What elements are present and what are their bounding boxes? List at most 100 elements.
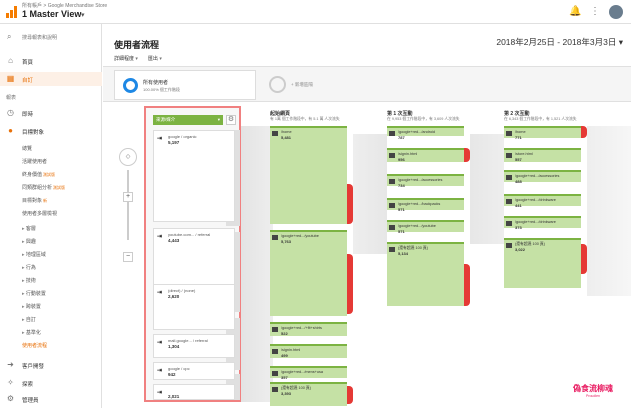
sidebar-item-home[interactable]: ⌂ 首頁 [0, 54, 102, 68]
flow-node[interactable]: /google+red.../+fit+shirts 522 [270, 322, 347, 336]
sidebar-subitem[interactable]: 跨裝置 [22, 303, 41, 310]
page-icon [506, 131, 512, 136]
source-node[interactable]: ⇥ (direct) / (none) 2,620 [153, 284, 235, 330]
column-subtitle: 有 1萬 個工作階段中，有 5.1 萬 人次流失 [270, 117, 340, 121]
flow-node[interactable]: /signin.html 499 [270, 344, 347, 358]
watermark-logo: 偽食流柳魂 Proudlen [573, 384, 613, 398]
sidebar-subitem[interactable]: 終身價值測試版 [22, 171, 55, 178]
source-node[interactable]: ⇥ 2,021 [153, 384, 235, 400]
sidebar-item-discover[interactable]: ✧ 探索 [0, 376, 102, 390]
source-node[interactable]: ⇥ google / organic 5,197 [153, 130, 235, 222]
page-icon [272, 235, 278, 240]
sidebar-subitem[interactable]: 同類群組分析測試版 [22, 184, 65, 191]
flow-band [470, 134, 504, 244]
gear-icon: ⚙ [6, 394, 15, 403]
page-icon [506, 153, 512, 158]
breadcrumb[interactable]: 所有帳戶 > Google Merchandise Store [22, 2, 107, 9]
flow-node[interactable]: /google+red.../accessories 488 [504, 170, 581, 184]
sidebar-subitem[interactable]: 行為 [22, 264, 36, 271]
source-node[interactable]: ⇥ mall.google... / referral 1,304 [153, 334, 235, 358]
dropoff-bar[interactable] [347, 386, 353, 404]
dimension-select[interactable]: 來源/媒介 [153, 115, 223, 125]
page-title: 使用者流程 [114, 40, 160, 50]
source-node[interactable]: ⇥ google / cpc 942 [153, 362, 235, 380]
page-icon [272, 371, 278, 376]
arrow-icon: ⇥ [157, 290, 163, 296]
flow-node[interactable]: /google+red.../accessories 734 [387, 174, 464, 188]
sidebar: ⌕ 搜尋報表和說明 ⌂ 首頁 ▦ 自訂 報表 ◷ 即時 ● 目標對象 總覽 活躍… [0, 24, 102, 408]
flow-node[interactable]: /google+red.../youtube 571 [387, 220, 464, 234]
sidebar-item-realtime[interactable]: ◷ 即時 [0, 106, 102, 120]
flow-node[interactable]: /google+red.../android 787 [387, 126, 464, 140]
sidebar-item-audience[interactable]: ● 目標對象 [0, 124, 102, 138]
add-segment-icon[interactable] [269, 76, 286, 93]
sidebar-subitem[interactable]: 使用者多層檢視 [22, 210, 57, 217]
page-icon [389, 247, 395, 252]
flow-node[interactable]: /home 771 [504, 126, 581, 140]
flow-node[interactable]: (還有超過 100 頁) 3,022 [504, 238, 581, 288]
chevron-down-icon[interactable]: ▾ [81, 11, 85, 19]
dropoff-bar[interactable] [464, 264, 470, 306]
flow-node[interactable]: /home 5,481 [270, 126, 347, 224]
date-range-picker[interactable]: 2018年2月25日 - 2018年3月3日 ▾ [496, 36, 623, 48]
sidebar-subitem[interactable]: 行動裝置 [22, 290, 46, 297]
beta-badge: 測試版 [43, 172, 56, 177]
flow-node[interactable]: (還有超過 100 頁) 3,393 [270, 382, 347, 406]
bell-icon[interactable]: 🔔 [569, 6, 581, 18]
source-column: 來源/媒介 ⚙ ⇥ google / organic 5,197 ⇥ youtu… [144, 106, 241, 402]
beta-badge: 測試版 [53, 185, 66, 190]
export-button[interactable]: 匯出 [148, 55, 162, 62]
sidebar-subitem[interactable]: 技術 [22, 277, 36, 284]
dropoff-bar[interactable] [347, 254, 353, 314]
flow-node[interactable]: /google+red.../mens+usa 357 [270, 366, 347, 380]
sidebar-subitem[interactable]: 興趣 [22, 238, 36, 245]
analytics-logo-icon[interactable] [6, 6, 17, 18]
page-icon [389, 225, 395, 230]
sidebar-item-customization[interactable]: ▦ 自訂 [0, 72, 102, 86]
zoom-in-button[interactable]: + [123, 192, 133, 202]
flow-node[interactable]: /google+red.../drinkware 441 [504, 194, 581, 208]
flow-diagram: ◇ + − 來源/媒介 ⚙ ⇥ google / organic 5,197 ⇥… [103, 104, 631, 408]
pan-control[interactable]: ◇ [119, 148, 137, 166]
arrow-icon: ⇥ [157, 368, 163, 374]
segment-bar: 所有使用者 100.00% 個工作階段 + 新增區隔 [103, 66, 631, 102]
flow-node[interactable]: /signin.html 956 [387, 148, 464, 162]
zoom-slider[interactable] [127, 170, 129, 240]
page-icon [272, 131, 278, 136]
page-icon [506, 199, 512, 204]
sidebar-subitem[interactable]: 自訂 [22, 316, 36, 323]
sidebar-subitem[interactable]: 活躍使用者 [22, 158, 47, 165]
sidebar-item-acquisition[interactable]: ➜ 客戶開發 [0, 358, 102, 372]
sidebar-subitem[interactable]: 總覽 [22, 145, 32, 152]
sidebar-item-admin[interactable]: ⚙ 管理員 [0, 392, 102, 406]
segment-card[interactable]: 所有使用者 100.00% 個工作階段 [114, 70, 256, 100]
home-icon: ⌂ [8, 56, 13, 65]
column-title: 第 1 次互動 [387, 111, 413, 117]
page-icon [272, 349, 278, 354]
flow-node[interactable]: /store.html 557 [504, 148, 581, 162]
add-segment-button[interactable]: + 新增區隔 [291, 82, 313, 88]
search-input[interactable]: ⌕ 搜尋報表和說明 [0, 32, 102, 44]
page-icon [389, 203, 395, 208]
more-icon[interactable]: ⋮ [589, 6, 601, 18]
view-selector[interactable]: 1 Master View [22, 9, 81, 19]
discover-icon: ✧ [7, 378, 14, 387]
detail-level-button[interactable]: 詳細程度 [114, 55, 138, 62]
flow-node[interactable]: (還有超過 100 頁) 5,134 [387, 242, 464, 306]
gear-icon[interactable]: ⚙ [226, 115, 236, 125]
flow-band [239, 126, 273, 402]
sidebar-subitem-users-flow[interactable]: 使用者流程 [22, 342, 47, 349]
sidebar-subitem[interactable]: 基準化 [22, 329, 41, 336]
main-content: 使用者流程 2018年2月25日 - 2018年3月3日 ▾ 詳細程度 匯出 所… [103, 24, 631, 408]
zoom-out-button[interactable]: − [123, 252, 133, 262]
account-avatar[interactable] [609, 5, 623, 19]
flow-band [587, 126, 631, 296]
sidebar-subitem[interactable]: 地理區域 [22, 251, 46, 258]
sidebar-subitem[interactable]: 目標對象新 [22, 197, 47, 204]
flow-node[interactable]: /google+red.../backpacks 571 [387, 198, 464, 212]
flow-node[interactable]: /google+red.../drinkware 373 [504, 216, 581, 230]
sidebar-subitem[interactable]: 客層 [22, 225, 36, 232]
page-icon [506, 221, 512, 226]
flow-node[interactable]: /google+red.../youtube 5,763 [270, 230, 347, 316]
new-badge: 新 [43, 198, 48, 203]
